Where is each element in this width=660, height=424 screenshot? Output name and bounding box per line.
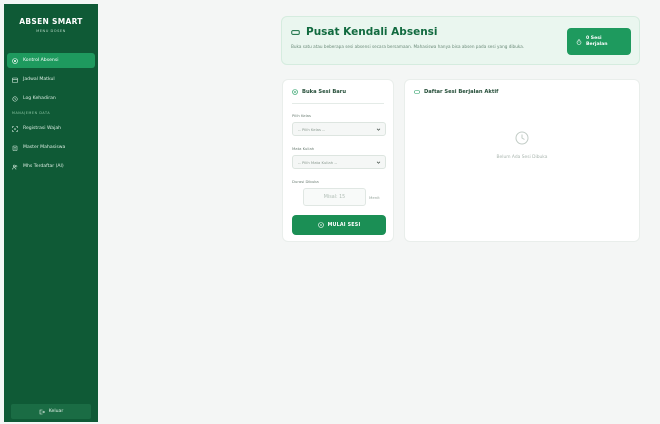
start-session-label: MULAI SESI — [327, 222, 361, 228]
play-circle-icon — [317, 222, 324, 228]
sidebar-item-label: Log Kehadiran — [23, 96, 56, 101]
page-title: Pusat Kendali Absensi — [291, 26, 438, 38]
class-select-value: -- Pilih Kelas -- — [298, 126, 325, 132]
duration-input[interactable]: Misal: 15 — [303, 188, 366, 206]
control-banner: Pusat Kendali Absensi Buka satu atau beb… — [281, 16, 640, 65]
sidebar-item-master-mahasiswa[interactable]: Master Mahasiswa — [7, 140, 95, 155]
users-icon — [12, 164, 18, 170]
empty-state: Belum Ada Sesi Dibuka — [405, 130, 639, 160]
sidebar-item-label: Kontrol Absensi — [23, 58, 59, 63]
chevron-down-icon — [376, 128, 381, 131]
sidebar-item-mhs-terdaftar[interactable]: Mhs Terdaftar (AI) — [7, 159, 95, 174]
brand-subtitle: MENU DOSEN — [36, 29, 66, 33]
calendar-icon — [12, 77, 18, 83]
sidebar-item-label: Mhs Terdaftar (AI) — [23, 164, 64, 169]
class-label: Pilih Kelas — [292, 113, 311, 118]
empty-state-text: Belum Ada Sesi Dibuka — [496, 155, 548, 160]
sidebar-item-jadwal-matkul[interactable]: Jadwal Matkul — [7, 72, 95, 87]
ticket-icon — [414, 90, 420, 94]
history-icon — [12, 95, 18, 102]
course-select-value: -- Pilih Mata Kuliah -- — [298, 159, 338, 165]
sidebar: ABSEN SMART MENU DOSEN Kontrol Absensi J… — [4, 4, 98, 422]
running-sessions-label: Berjalan — [586, 41, 608, 47]
course-label: Mata Kuliah — [292, 146, 315, 151]
sidebar-section-label: MANAJEMEN DATA — [12, 111, 51, 115]
sidebar-item-kontrol-absensi[interactable]: Kontrol Absensi — [7, 53, 95, 68]
duration-unit: Menit — [369, 195, 380, 200]
sidebar-item-registrasi-wajah[interactable]: Registrasi Wajah — [7, 121, 95, 136]
card-divider — [292, 103, 384, 104]
clipboard-icon — [12, 145, 18, 151]
face-scan-icon — [12, 125, 18, 132]
logout-icon — [39, 409, 45, 414]
new-session-card: Buka Sesi Baru Pilih Kelas -- Pilih Kela… — [282, 79, 394, 242]
active-sessions-header: Daftar Sesi Berjalan Aktif — [414, 89, 498, 95]
page-title-text: Pusat Kendali Absensi — [306, 26, 438, 38]
plus-circle-icon — [292, 89, 298, 95]
duration-placeholder: Misal: 15 — [323, 194, 346, 200]
timer-icon — [576, 38, 582, 45]
page-description: Buka satu atau beberapa sesi absensi sec… — [291, 44, 525, 49]
sidebar-item-label: Jadwal Matkul — [23, 77, 55, 82]
start-session-button[interactable]: MULAI SESI — [292, 215, 386, 235]
sidebar-item-log-kehadiran[interactable]: Log Kehadiran — [7, 91, 95, 106]
duration-label: Durasi Dibuka — [292, 179, 319, 184]
logout-button[interactable]: Keluar — [11, 404, 91, 419]
sidebar-item-label: Registrasi Wajah — [23, 126, 62, 131]
logout-label: Keluar — [48, 409, 64, 414]
active-sessions-card: Daftar Sesi Berjalan Aktif Belum Ada Ses… — [404, 79, 640, 242]
ticket-icon — [291, 29, 300, 35]
clock-icon — [515, 131, 529, 145]
brand-title: ABSEN SMART — [19, 17, 83, 26]
brand: ABSEN SMART MENU DOSEN — [4, 17, 98, 33]
target-icon — [12, 57, 18, 64]
chevron-down-icon — [376, 161, 381, 164]
active-sessions-title: Daftar Sesi Berjalan Aktif — [424, 89, 499, 95]
new-session-title: Buka Sesi Baru — [302, 89, 347, 95]
new-session-header: Buka Sesi Baru — [292, 89, 346, 95]
running-sessions-badge: 0 Sesi Berjalan — [567, 28, 631, 55]
sidebar-item-label: Master Mahasiswa — [23, 145, 66, 150]
running-sessions-text: 0 Sesi Berjalan — [586, 36, 608, 48]
sidebar-nav: Kontrol Absensi Jadwal Matkul Log Kehadi… — [7, 53, 95, 178]
course-select[interactable]: -- Pilih Mata Kuliah -- — [292, 155, 386, 169]
class-select[interactable]: -- Pilih Kelas -- — [292, 122, 386, 136]
